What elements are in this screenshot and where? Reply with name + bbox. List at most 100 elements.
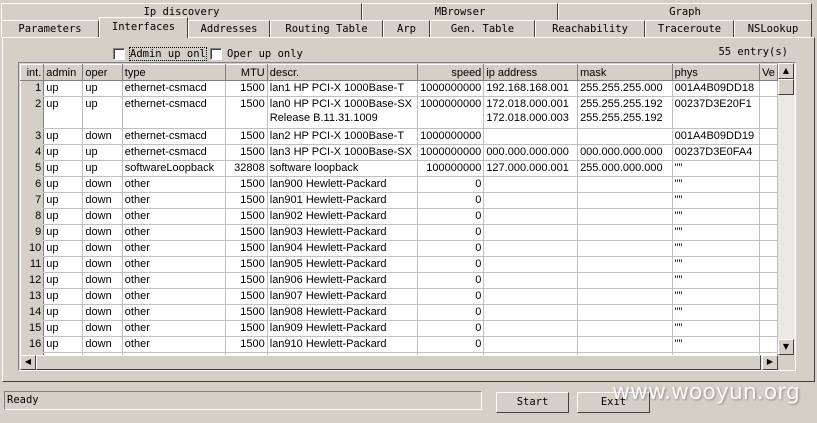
scroll-right-icon[interactable]: ▶ (762, 355, 778, 370)
cell-oper-text: up (85, 82, 98, 94)
cell-admin-text: up (46, 178, 59, 190)
cell-int: 11 (20, 256, 45, 273)
cell-phys: "" (672, 176, 761, 193)
col-header-admin[interactable]: admin (43, 64, 84, 81)
cell-mask (577, 272, 673, 289)
tab-mbrowser[interactable]: MBrowser (362, 3, 558, 20)
col-header-mask[interactable]: mask (577, 64, 673, 81)
oper-up-only-checkbox[interactable]: Oper up only (210, 47, 303, 61)
tab-addresses[interactable]: Addresses (188, 20, 270, 37)
cell-oper-text: down (85, 322, 112, 334)
tab-gen-table[interactable]: Gen. Table (430, 20, 535, 37)
cell-int: 4 (20, 144, 45, 161)
table-row[interactable]: 13 up down other 1500 lan907 Hewlett-Packard 0… (20, 288, 778, 305)
cell-ip-address (483, 320, 579, 337)
cell-descr-text: lan903 Hewlett-Packard (269, 226, 387, 238)
cell-ip-address (483, 256, 579, 273)
cell-type-text: other (124, 194, 150, 206)
checkbox-box[interactable] (113, 48, 125, 60)
col-header-speed[interactable]: speed (417, 64, 485, 81)
cell-type-text: other (124, 178, 150, 190)
table-row[interactable]: 14 up down other 1500 lan908 Hewlett-Packard 0… (20, 304, 778, 321)
table-row[interactable]: 12 up down other 1500 lan906 Hewlett-Packard 0… (20, 272, 778, 289)
scroll-left-icon[interactable]: ◀ (20, 355, 36, 370)
cell-admin: up (43, 176, 84, 193)
cell-int: 8 (20, 208, 45, 225)
table-row[interactable]: 5 up up softwareLoopback 32808 software loopb… (20, 160, 778, 177)
cell-oper-text: down (85, 178, 112, 190)
cell-mtu-text: 1500 (240, 258, 265, 270)
table-row[interactable]: 1 up up ethernet-csmacd 1500 lan1 HP PCI-X 10… (20, 80, 778, 97)
table-row[interactable]: 11 up down other 1500 lan905 Hewlett-Packard 0… (20, 256, 778, 273)
interfaces-grid[interactable]: int. admin oper type MTU descr. speed ip… (18, 62, 796, 371)
start-button[interactable]: Start (496, 392, 569, 413)
col-header-descr[interactable]: descr. (266, 64, 419, 81)
cell-descr-text: lan909 Hewlett-Packard (269, 322, 387, 334)
col-header-phys[interactable]: phys (671, 64, 761, 81)
table-row[interactable]: 9 up down other 1500 lan903 Hewlett-Packard 0 "… (20, 224, 778, 241)
cell-mask (577, 288, 673, 305)
table-row[interactable]: 10 up down other 1500 lan904 Hewlett-Packard 0… (20, 240, 778, 257)
table-row[interactable]: 7 up down other 1500 lan901 Hewlett-Packard 0 "… (20, 192, 778, 209)
table-row[interactable]: 15 up down other 1500 lan909 Hewlett-Packard 0… (20, 320, 778, 337)
cell-admin: up (43, 160, 84, 177)
cell-phys: 001A4B09DD19 (672, 128, 761, 145)
exit-button[interactable]: Exit (577, 392, 650, 413)
col-header-int[interactable]: int. (20, 64, 45, 81)
tab-parameters[interactable]: Parameters (1, 20, 99, 37)
table-row[interactable]: 2 up up ethernet-csmacd 1500 lan0 HP PCI-X 10… (20, 96, 778, 129)
table-row[interactable]: 8 up down other 1500 lan902 Hewlett-Packard 0 "… (20, 208, 778, 225)
scroll-up-icon[interactable]: ▲ (778, 63, 794, 79)
cell-phys: "" (672, 256, 761, 273)
cell-ip-address-text-line2: 172.018.000.003 (486, 112, 569, 124)
checkbox-box[interactable] (210, 48, 222, 60)
cell-int-text: 7 (35, 194, 42, 206)
col-header-oper[interactable]: oper (82, 64, 123, 81)
cell-admin: up (43, 144, 84, 161)
tab-nslookup[interactable]: NSLookup (734, 20, 812, 37)
cell-ip-address-text: 000.000.000.000 (486, 146, 569, 158)
table-row[interactable]: 16 up down other 1500 lan910 Hewlett-Packard 0… (20, 336, 778, 353)
admin-up-only-checkbox[interactable]: Admin up onl (113, 47, 207, 61)
col-header-ip-address[interactable]: ip address (483, 64, 579, 81)
col-header-mtu[interactable]: MTU (225, 64, 268, 81)
table-row[interactable]: 6 up down other 1500 lan900 Hewlett-Packard 0 "… (20, 176, 778, 193)
cell-mask (577, 128, 673, 145)
cell-phys: "" (672, 336, 761, 353)
cell-int: 6 (20, 176, 45, 193)
tab-interfaces[interactable]: Interfaces (99, 17, 188, 38)
cell-mtu: 1500 (225, 240, 268, 257)
tab-traceroute[interactable]: Traceroute (645, 20, 734, 37)
cell-mtu-text: 1500 (240, 226, 265, 238)
cell-phys-text: "" (674, 194, 683, 206)
table-row[interactable]: 4 up up ethernet-csmacd 1500 lan3 HP PCI-X 10… (20, 144, 778, 161)
vertical-scroll-thumb[interactable] (778, 79, 794, 95)
cell-int-text: 11 (29, 258, 42, 270)
scroll-down-icon[interactable]: ▼ (778, 339, 794, 355)
cell-speed: 1000000000 (417, 80, 485, 97)
horizontal-scrollbar[interactable]: ◀ ▶ (20, 355, 778, 370)
cell-mtu-text: 1500 (240, 98, 265, 110)
tab-reachability[interactable]: Reachability (535, 20, 645, 37)
tab-routing-table[interactable]: Routing Table (270, 20, 383, 37)
cell-speed: 0 (417, 240, 485, 257)
cell-oper-text: down (85, 258, 112, 270)
vertical-scrollbar[interactable]: ▲ ▼ (778, 63, 795, 355)
horizontal-scroll-thumb[interactable] (36, 355, 761, 370)
cell-ip-address (483, 208, 579, 225)
cell-mask: 000.000.000.000 (577, 144, 673, 161)
col-header-type[interactable]: type (121, 64, 227, 81)
cell-mask (577, 256, 673, 273)
cell-mtu: 1500 (225, 320, 268, 337)
cell-mask (577, 240, 673, 257)
cell-ip-address (483, 288, 579, 305)
cell-descr-text: lan908 Hewlett-Packard (269, 306, 387, 318)
table-row[interactable]: 3 up down ethernet-csmacd 1500 lan2 HP PCI-X … (20, 128, 778, 145)
tab-arp[interactable]: Arp (383, 20, 430, 37)
cell-int: 10 (20, 240, 45, 257)
tab-graph[interactable]: Graph (558, 3, 812, 20)
cell-oper: down (82, 304, 123, 321)
col-header-ve[interactable]: Ve (759, 64, 778, 81)
cell-admin: up (43, 128, 84, 145)
cell-phys-text: 00237D3E0FA4 (674, 146, 753, 158)
